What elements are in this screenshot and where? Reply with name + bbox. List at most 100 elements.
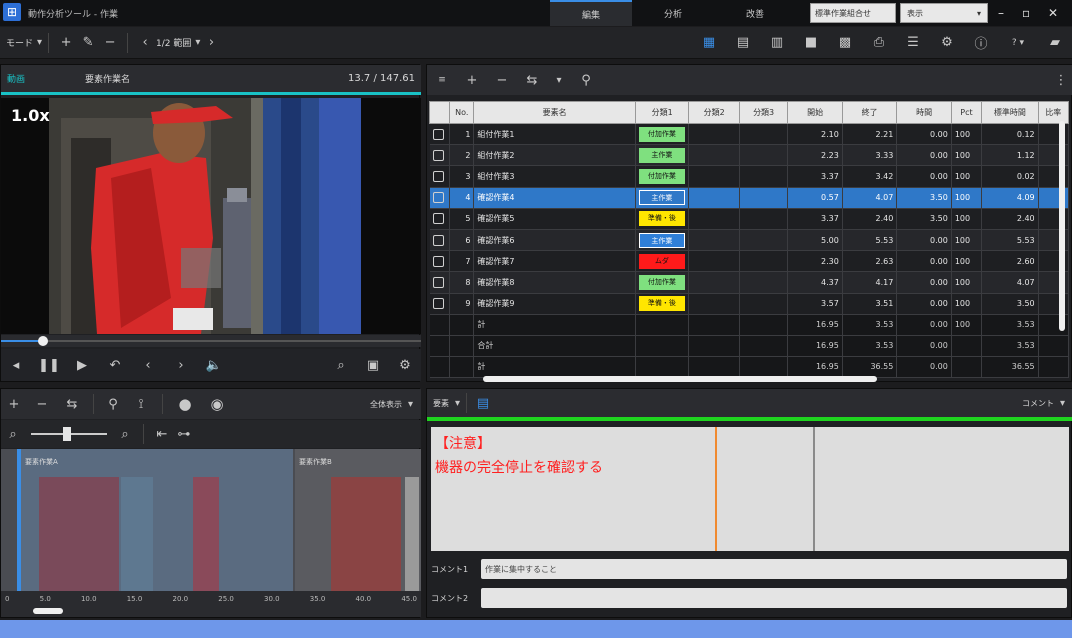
cell-cat2[interactable] (688, 208, 740, 230)
folder-icon[interactable]: ▰ (1038, 35, 1072, 50)
cell-cat1[interactable]: 付加作業 (635, 271, 690, 294)
table-row[interactable]: 1 組付作業1 付加作業 2.10 2.21 0.00 100 0.12 (429, 123, 1070, 146)
chevron-left-icon[interactable]: ‹ (134, 35, 156, 50)
info-icon[interactable]: ⓘ (964, 33, 998, 52)
cell-cat3[interactable] (739, 187, 789, 209)
seek-bar[interactable] (1, 335, 421, 347)
cell-pct[interactable]: 100 (951, 250, 983, 273)
cell-cat1[interactable]: 主作業 (635, 144, 690, 167)
row-checkbox[interactable] (429, 165, 451, 188)
cell-pct[interactable]: 100 (951, 293, 983, 315)
add-icon[interactable]: + (1, 397, 27, 412)
edit-icon[interactable]: ⇆ (517, 73, 547, 88)
cell-cat3[interactable] (739, 123, 789, 146)
col-check[interactable] (428, 101, 451, 124)
list-icon[interactable]: ☰ (896, 35, 930, 50)
mode-dropdown[interactable]: モード ▾ (0, 36, 42, 49)
remove-icon[interactable]: − (27, 397, 57, 412)
cell-end[interactable]: 2.40 (842, 208, 898, 230)
checkbox-icon[interactable] (432, 298, 444, 310)
record-icon[interactable]: ● (169, 395, 201, 413)
playhead[interactable] (17, 449, 21, 591)
cell-end[interactable]: 2.63 (842, 250, 898, 273)
remove-icon[interactable]: − (487, 73, 517, 88)
range-dropdown[interactable]: 1/2 範囲 ▾ (156, 36, 200, 49)
cell-cat2[interactable] (688, 165, 740, 188)
cell-cat1[interactable]: 主作業 (635, 187, 690, 209)
tab-edit[interactable]: 編集 (550, 0, 632, 26)
cell-cat1[interactable]: 準備・後 (635, 208, 690, 230)
zoom-slider-handle[interactable] (63, 427, 71, 441)
table-row[interactable]: 7 確認作業7 ムダ 2.30 2.63 0.00 100 2.60 (429, 250, 1070, 273)
undo-icon[interactable]: ↶ (97, 358, 133, 373)
video-frame[interactable]: 1.0x (1, 98, 421, 334)
cell-name[interactable]: 組付作業1 (473, 123, 636, 146)
cell-end[interactable]: 2.21 (842, 123, 898, 146)
tab-improve[interactable]: 改善 (714, 0, 796, 26)
more-vertical-icon[interactable]: ⋮ (1049, 73, 1072, 88)
table-row[interactable]: 6 確認作業6 主作業 5.00 5.53 0.00 100 5.53 (429, 229, 1070, 252)
col-no[interactable]: No. (449, 101, 475, 124)
row-checkbox[interactable] (429, 123, 451, 146)
row-checkbox[interactable] (429, 144, 451, 167)
volume-icon[interactable]: 🔈 (199, 358, 229, 373)
timeline-block[interactable] (39, 477, 119, 591)
cell-start[interactable]: 3.37 (787, 208, 843, 230)
table-row[interactable]: 8 確認作業8 付加作業 4.37 4.17 0.00 100 4.07 (429, 271, 1070, 294)
cell-name[interactable]: 確認作業8 (473, 271, 636, 294)
cell-cat1[interactable]: 準備・後 (635, 293, 690, 315)
layout-grid-icon[interactable]: ▦ (692, 35, 726, 50)
play-icon[interactable]: ▶ (67, 358, 97, 373)
pen-icon[interactable]: ✎ (77, 35, 99, 50)
cell-cat3[interactable] (739, 229, 789, 252)
chevron-down-icon[interactable]: ▾ (547, 75, 571, 86)
col-ratio[interactable]: 比率 (1037, 101, 1070, 124)
cell-start[interactable]: 5.00 (787, 229, 843, 252)
cell-end[interactable]: 4.07 (842, 187, 898, 209)
cell-name[interactable]: 確認作業5 (473, 208, 636, 230)
checkbox-icon[interactable] (432, 234, 444, 246)
table-row[interactable]: 2 組付作業2 主作業 2.23 3.33 0.00 100 1.12 (429, 144, 1070, 167)
gear-icon[interactable]: ⚙ (930, 35, 964, 50)
cell-cat3[interactable] (739, 144, 789, 167)
skip-back-icon[interactable]: ◂ (1, 358, 31, 373)
cell-start[interactable]: 3.37 (787, 165, 843, 188)
row-checkbox[interactable] (429, 187, 451, 209)
table-row[interactable]: 9 確認作業9 準備・後 3.57 3.51 0.00 100 3.50 (429, 293, 1070, 315)
minimize-button[interactable]: – (998, 3, 1018, 23)
col-time[interactable]: 時間 (896, 101, 952, 124)
cell-cat3[interactable] (739, 165, 789, 188)
maximize-button[interactable]: ▫ (1022, 3, 1042, 23)
zoom-slider[interactable] (31, 427, 107, 441)
link-icon[interactable]: ⊶ (174, 427, 194, 442)
cell-cat2[interactable] (688, 187, 740, 209)
col-name[interactable]: 要素名 (473, 101, 636, 124)
cell-pct[interactable]: 100 (951, 208, 983, 230)
timeline-block[interactable] (405, 477, 419, 591)
seek-handle[interactable] (38, 336, 48, 346)
cell-end[interactable]: 3.42 (842, 165, 898, 188)
layout-single-icon[interactable]: ▤ (726, 35, 760, 50)
note-canvas[interactable]: 【注意】 機器の完全停止を確認する (431, 427, 1069, 551)
cell-cat2[interactable] (688, 250, 740, 273)
col-cat3[interactable]: 分類3 (738, 101, 789, 124)
step-back-icon[interactable]: ‹ (133, 358, 163, 373)
checkbox-icon[interactable] (432, 255, 444, 267)
comment1-input[interactable]: 作業に集中すること (481, 559, 1067, 579)
help-dropdown[interactable]: ? ▾ (998, 38, 1038, 48)
close-button[interactable]: ✕ (1048, 3, 1068, 23)
cell-pct[interactable]: 100 (951, 123, 983, 146)
document-icon[interactable]: ▤ (473, 396, 493, 411)
timeline-block[interactable] (193, 477, 219, 591)
cell-pct[interactable]: 100 (951, 144, 983, 167)
cell-end[interactable]: 3.33 (842, 144, 898, 167)
col-cat1[interactable]: 分類1 (634, 101, 690, 124)
row-checkbox[interactable] (429, 293, 451, 315)
cell-cat1[interactable]: 付加作業 (635, 165, 690, 188)
walk-icon[interactable]: ⚲ (100, 397, 126, 412)
checkbox-icon[interactable] (432, 149, 444, 161)
list-mode-icon[interactable]: ≡ (427, 75, 457, 85)
add-icon[interactable]: + (55, 35, 77, 50)
cell-name[interactable]: 確認作業9 (473, 293, 636, 315)
row-checkbox[interactable] (429, 250, 451, 273)
